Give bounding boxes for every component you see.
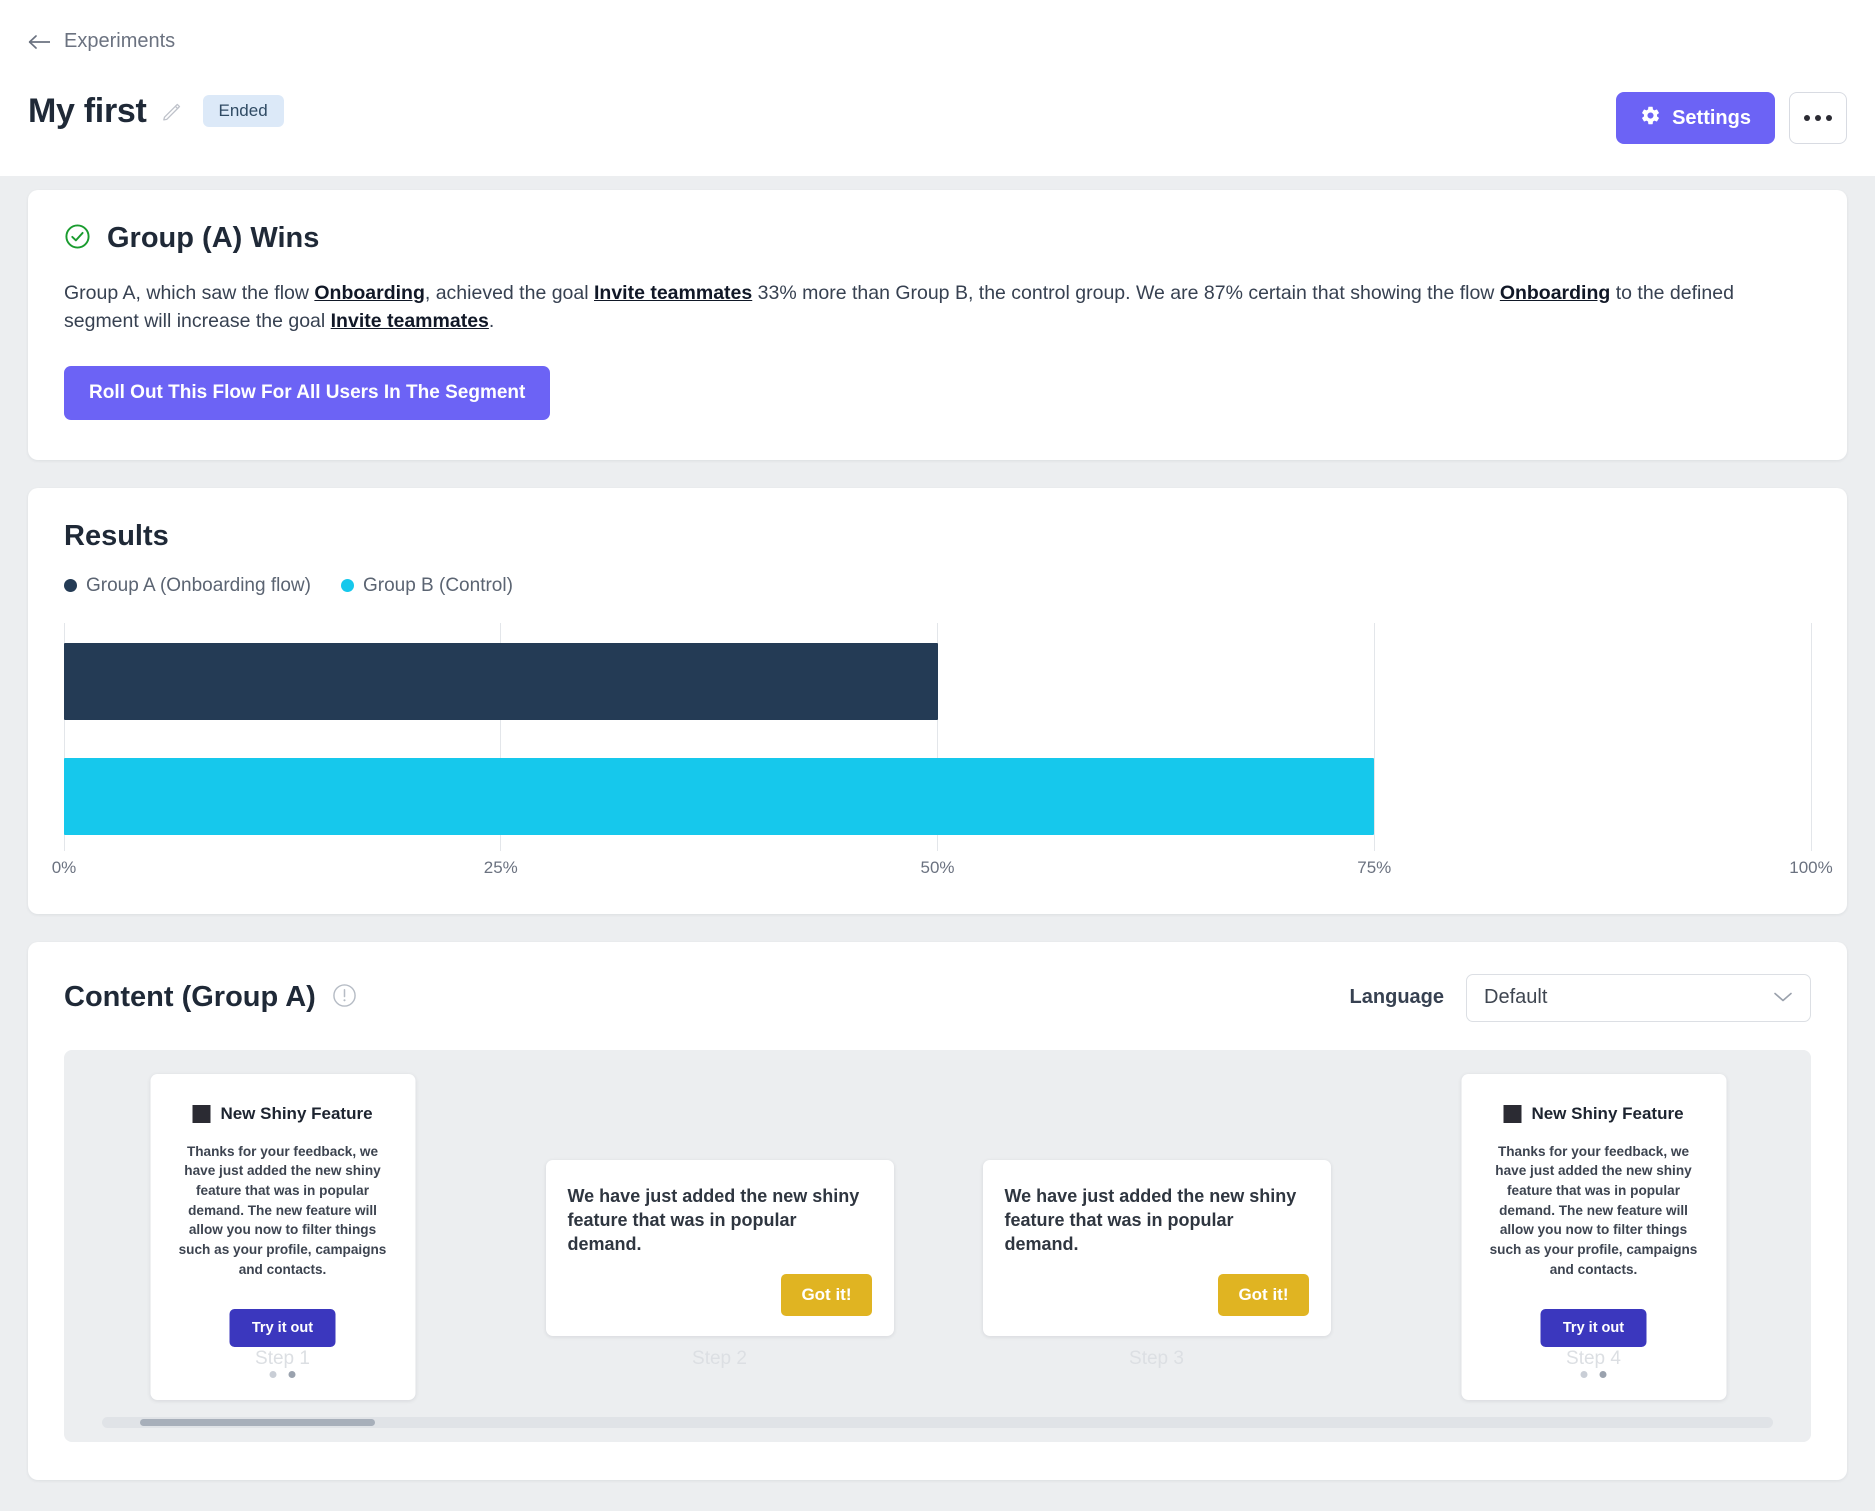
step-primary-button[interactable]: Got it! [1218,1274,1308,1316]
winner-flow-name: Onboarding [314,282,425,304]
chart-legend: Group A (Onboarding flow) Group B (Contr… [64,575,1811,597]
pencil-icon[interactable] [161,100,183,122]
content-header: Content (Group A) Language Default [64,974,1811,1022]
info-circle-icon[interactable] [332,983,357,1013]
chevron-down-icon [1773,986,1793,1009]
dot-active[interactable] [1600,1371,1607,1378]
content-title-wrap: Content (Group A) [64,981,357,1014]
step-label: Step 3 [938,1348,1375,1370]
step-tooltip-card[interactable]: We have just added the new shiny feature… [546,1160,894,1337]
bar-row-group-b [64,758,1811,835]
step-slot[interactable]: New Shiny Feature Thanks for your feedbac… [1375,1068,1811,1398]
legend-label-group-b: Group B (Control) [363,575,513,597]
steps-scrollbar-thumb[interactable] [140,1419,375,1426]
x-tick-label: 75% [1357,858,1391,878]
winner-goal-name: Invite teammates [594,282,752,304]
legend-dot-group-a [64,579,77,592]
step-pagination-dots[interactable] [172,1371,393,1378]
results-card: Results Group A (Onboarding flow) Group … [28,488,1847,914]
step-modal-heading: New Shiny Feature [172,1104,393,1124]
top-bar: Experiments My first Ended Settings [0,0,1875,176]
step-tooltip-actions: Got it! [1005,1274,1309,1316]
arrow-left-icon [28,33,52,51]
content-card: Content (Group A) Language Default [28,942,1847,1480]
dot[interactable] [270,1371,277,1378]
page-title: My first [28,92,147,131]
bar-group-b [64,758,1374,835]
more-options-button[interactable] [1789,92,1847,144]
step-tooltip-body: We have just added the new shiny feature… [568,1184,872,1257]
x-tick-label: 25% [484,858,518,878]
page-body: Group (A) Wins Group A, which saw the fl… [0,176,1875,1511]
legend-dot-group-b [341,579,354,592]
rollout-flow-button[interactable]: Roll Out This Flow For All Users In The … [64,366,550,420]
step-modal-body: Thanks for your feedback, we have just a… [172,1142,393,1280]
legend-item-group-a: Group A (Onboarding flow) [64,575,311,597]
top-actions: Settings [1616,92,1847,144]
bar-group-a [64,643,938,720]
step-primary-button[interactable]: Try it out [1541,1309,1646,1347]
winner-header: Group (A) Wins [64,222,1811,255]
x-tick-label: 50% [920,858,954,878]
winner-description: Group A, which saw the flow Onboarding, … [64,279,1811,336]
step-modal-heading-text: New Shiny Feature [1531,1104,1683,1124]
ellipsis-icon [1804,115,1832,121]
steps-preview-strip: New Shiny Feature Thanks for your feedbac… [64,1050,1811,1442]
gear-icon [1640,105,1661,132]
step-slot[interactable]: We have just added the new shiny feature… [938,1068,1375,1398]
results-title: Results [64,520,1811,553]
step-tooltip-card[interactable]: We have just added the new shiny feature… [983,1160,1331,1337]
step-modal-body: Thanks for your feedback, we have just a… [1483,1142,1704,1280]
step-label: Step 2 [501,1348,938,1370]
winner-text-5: . [489,310,494,332]
square-icon [192,1105,210,1123]
chart-bars [64,643,1811,873]
settings-button[interactable]: Settings [1616,92,1775,144]
step-pagination-dots[interactable] [1483,1371,1704,1378]
legend-item-group-b: Group B (Control) [341,575,513,597]
step-slot[interactable]: New Shiny Feature Thanks for your feedbac… [64,1068,501,1398]
breadcrumb-label: Experiments [64,30,175,53]
x-tick-label: 0% [52,858,77,878]
winner-text-3: 33% more than Group B, the control group… [752,282,1500,304]
language-control: Language Default [1350,974,1811,1022]
breadcrumb-back-experiments[interactable]: Experiments [28,30,175,53]
step-primary-button[interactable]: Try it out [230,1309,335,1347]
step-primary-button[interactable]: Got it! [781,1274,871,1316]
steps-row: New Shiny Feature Thanks for your feedbac… [64,1068,1811,1398]
square-icon [1503,1105,1521,1123]
winner-title: Group (A) Wins [107,222,319,255]
step-label: Step 1 [64,1348,501,1370]
winner-text-2: , achieved the goal [425,282,594,304]
status-badge: Ended [203,95,284,127]
language-select[interactable]: Default [1466,974,1811,1022]
step-tooltip-actions: Got it! [568,1274,872,1316]
language-selected-value: Default [1484,986,1547,1009]
language-label: Language [1350,986,1444,1009]
strip-right-mask [1797,1050,1811,1442]
step-slot[interactable]: We have just added the new shiny feature… [501,1068,938,1398]
dot[interactable] [1581,1371,1588,1378]
settings-label: Settings [1672,107,1751,130]
winner-text-1: Group A, which saw the flow [64,282,314,304]
dot-active[interactable] [289,1371,296,1378]
x-tick-label: 100% [1789,858,1832,878]
step-modal-heading: New Shiny Feature [1483,1104,1704,1124]
legend-label-group-a: Group A (Onboarding flow) [86,575,311,597]
bar-row-group-a [64,643,1811,720]
winner-goal-name-2: Invite teammates [331,310,489,332]
winner-card: Group (A) Wins Group A, which saw the fl… [28,190,1847,460]
chart-x-axis: 0%25%50%75%100% [64,858,1811,888]
title-row: My first Ended [28,92,1847,131]
content-title: Content (Group A) [64,981,316,1014]
step-tooltip-body: We have just added the new shiny feature… [1005,1184,1309,1257]
check-circle-icon [64,223,91,255]
winner-flow-name-2: Onboarding [1500,282,1611,304]
step-modal-heading-text: New Shiny Feature [220,1104,372,1124]
step-label: Step 4 [1375,1348,1811,1370]
steps-scrollbar[interactable] [102,1417,1773,1428]
results-bar-chart: 0%25%50%75%100% [64,623,1811,888]
